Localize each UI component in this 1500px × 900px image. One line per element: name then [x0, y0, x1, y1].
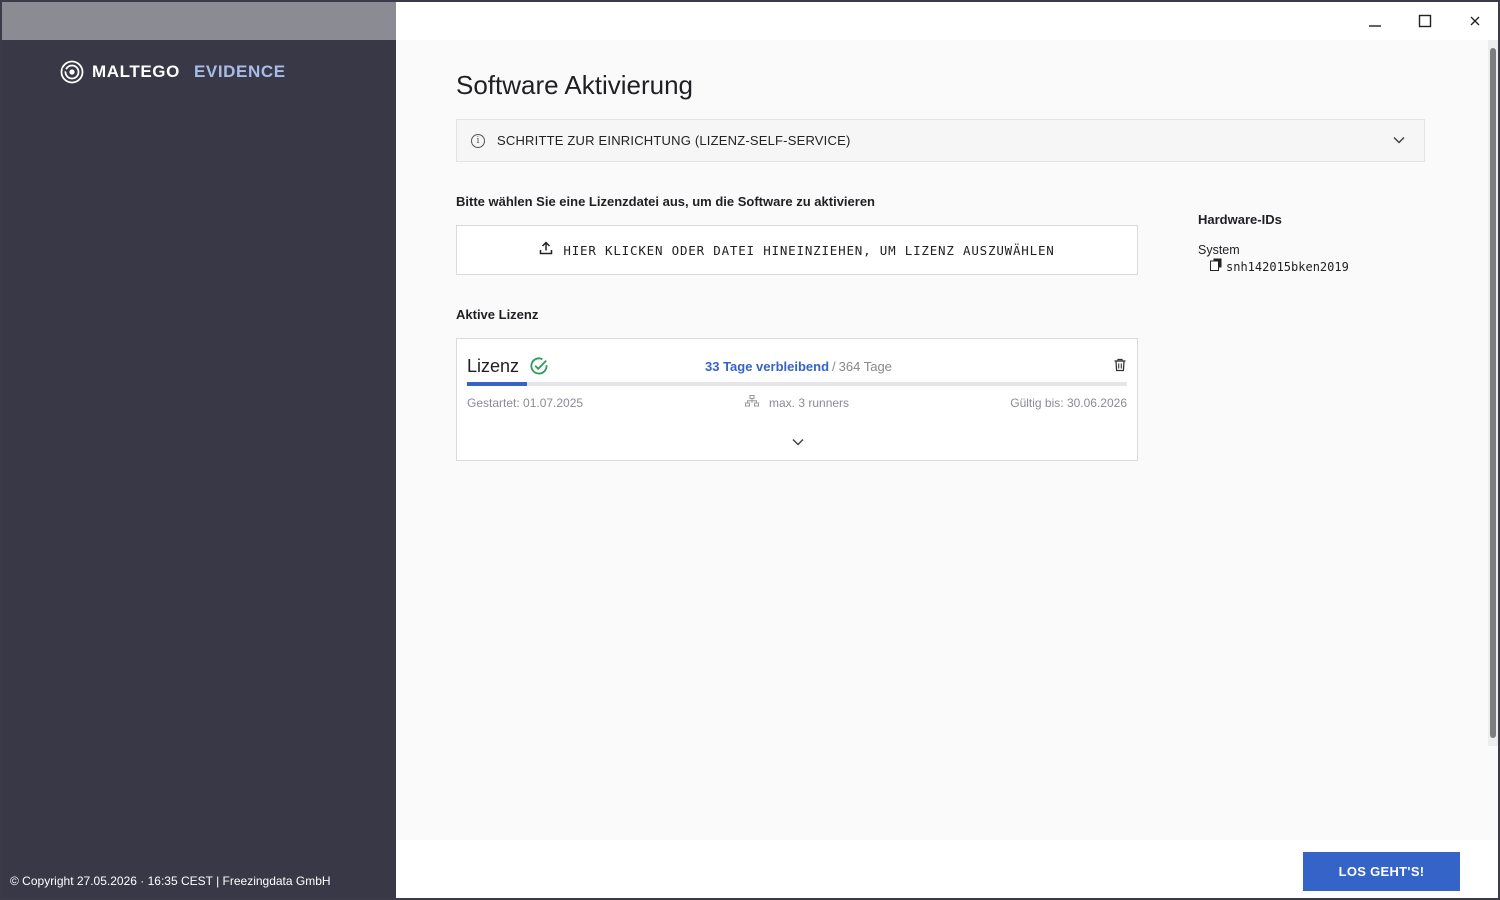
license-remaining: 33 Tage verbleibend/364 Tage [705, 359, 892, 374]
expand-license-button[interactable] [791, 435, 805, 454]
close-icon [1470, 16, 1480, 26]
minimize-button[interactable] [1360, 8, 1390, 34]
maltego-logo-icon [60, 60, 84, 84]
minimize-icon [1369, 25, 1381, 27]
active-license-card: Lizenz 33 Tage verbleibend/364 Tage Gest… [456, 338, 1138, 461]
license-progress-fill [467, 382, 527, 386]
maximize-button[interactable] [1410, 8, 1440, 34]
sidebar: MALTEGO EVIDENCE © Copyright 27.05.2026 ·… [2, 2, 396, 898]
system-id-value: snh142015bken2019 [1226, 260, 1349, 274]
select-license-hint: Bitte wählen Sie eine Lizenzdatei aus, u… [456, 194, 876, 209]
chevron-down-icon [792, 438, 804, 446]
trash-icon [1114, 358, 1126, 372]
maximize-icon [1418, 14, 1432, 28]
page-title: Software Aktivierung [456, 70, 694, 100]
copyright-text: © Copyright 27.05.2026 · 16:35 CEST | Fr… [10, 874, 331, 888]
runners-label: max. 3 runners [769, 395, 850, 410]
brand-name: MALTEGO [92, 62, 180, 81]
vertical-scrollbar[interactable] [1488, 40, 1498, 746]
days-remaining: 33 Tage verbleibend [705, 359, 830, 374]
license-start-date: Gestartet: 01.07.2025 [467, 396, 584, 410]
license-name: Lizenz [467, 356, 520, 376]
start-button[interactable]: LOS GEHT'S! [1303, 852, 1460, 891]
info-icon: i [471, 133, 485, 148]
scrollbar-thumb[interactable] [1490, 48, 1496, 738]
active-license-title: Aktive Lizenz [456, 307, 539, 322]
title-bar [396, 2, 1498, 40]
app-window: MALTEGO EVIDENCE © Copyright 27.05.2026 ·… [2, 2, 1498, 898]
accordion-label: SCHRITTE ZUR EINRICHTUNG (LIZENZ-SELF-SE… [497, 133, 851, 148]
setup-steps-accordion[interactable]: i SCHRITTE ZUR EINRICHTUNG (LIZENZ-SELF-… [456, 119, 1425, 162]
copy-button[interactable] [1210, 258, 1222, 276]
upload-icon [539, 240, 553, 260]
main-content: Software Aktivierung i SCHRITTE ZUR EINR… [396, 40, 1488, 840]
hardware-ids-title: Hardware-IDs [1198, 212, 1282, 227]
license-progress-bar [467, 382, 1127, 386]
delete-license-button[interactable] [1113, 358, 1127, 377]
license-valid-until: Gültig bis: 30.06.2026 [1010, 396, 1127, 410]
copy-icon [1210, 258, 1222, 271]
license-upload-dropzone[interactable]: HIER KLICKEN ODER DATEI HINEINZIEHEN, UM… [456, 225, 1138, 275]
hardware-system-id: snh142015bken2019 [1210, 258, 1349, 276]
total-days: 364 Tage [838, 359, 892, 374]
footer-bar: LOS GEHT'S! [396, 840, 1498, 898]
close-button[interactable] [1460, 8, 1490, 34]
license-runners: max. 3 runners [745, 395, 849, 410]
sidebar-top-strip [2, 2, 396, 40]
upload-label: HIER KLICKEN ODER DATEI HINEINZIEHEN, UM… [563, 242, 1055, 258]
brand-product: EVIDENCE [193, 62, 286, 81]
chevron-down-icon [1392, 133, 1406, 152]
network-icon [745, 395, 759, 410]
check-circle-icon [529, 356, 549, 381]
days-separator: / [832, 359, 836, 374]
hardware-system-label: System [1198, 243, 1240, 257]
brand-logo: MALTEGO EVIDENCE [60, 60, 286, 84]
